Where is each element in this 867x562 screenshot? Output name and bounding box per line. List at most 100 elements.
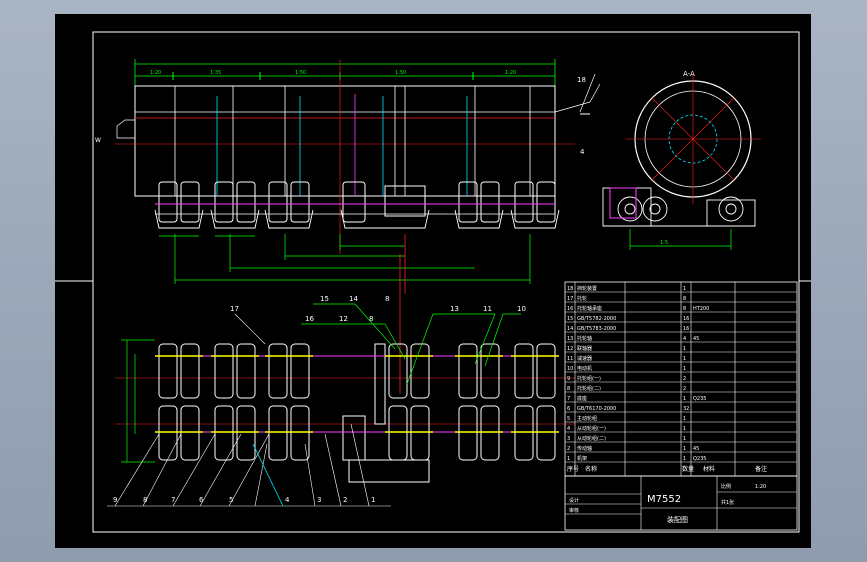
parts-row-qty: 8 bbox=[683, 306, 686, 312]
parts-row-qty: 16 bbox=[683, 316, 689, 322]
parts-row-name: 底座 bbox=[577, 395, 587, 402]
parts-table: 18 挡轮装置 117 托轮 816 托轮轴承座 8 HT20015 GB/T5782-2000… bbox=[564, 281, 798, 477]
tb-sheet: 共1张 bbox=[721, 499, 734, 506]
parts-row-qty: 1 bbox=[683, 426, 686, 432]
parts-row-name: GB/T5782-2000 bbox=[577, 316, 616, 322]
callout-b2: 2 bbox=[343, 496, 347, 504]
parts-row-qty: 2 bbox=[683, 386, 686, 392]
parts-row-qty: 1 bbox=[683, 456, 686, 462]
parts-row-name: 托轮组(一) bbox=[577, 375, 601, 382]
parts-row-qty: 1 bbox=[683, 436, 686, 442]
parts-row-no: 9 bbox=[567, 376, 570, 382]
drawing-canvas: 1:20 1:35 1:50 1:50 1:20 W 18 4 A-A 1:5 … bbox=[55, 31, 811, 533]
callout-16: 16 bbox=[305, 315, 314, 323]
parts-row-qty: 2 bbox=[683, 376, 686, 382]
parts-row-material: HT200 bbox=[693, 306, 709, 312]
parts-row-name: GB/T5783-2000 bbox=[577, 326, 616, 332]
parts-row-no: 11 bbox=[567, 356, 573, 362]
parts-row-no: 14 bbox=[567, 326, 573, 332]
parts-row-no: 15 bbox=[567, 316, 573, 322]
callout-b1: 1 bbox=[371, 496, 375, 504]
parts-row-qty: 1 bbox=[683, 346, 686, 352]
parts-row-name: 电动机 bbox=[577, 365, 592, 372]
parts-row-qty: 1 bbox=[683, 416, 686, 422]
title-block-name: M7552 bbox=[647, 494, 681, 505]
dim-3: 1:50 bbox=[295, 70, 306, 76]
parts-row-no: 4 bbox=[567, 426, 570, 432]
tb-checker: 审核 bbox=[569, 507, 579, 514]
parts-row-no: 17 bbox=[567, 296, 573, 302]
parts-row-no: 1 bbox=[567, 456, 570, 462]
parts-row-qty: 4 bbox=[683, 336, 686, 342]
inlet-label: W bbox=[95, 137, 101, 144]
side-dim: 1:5 bbox=[660, 240, 668, 246]
parts-row-no: 3 bbox=[567, 436, 570, 442]
parts-row-material: 45 bbox=[693, 446, 699, 452]
parts-row-name: 减速器 bbox=[577, 355, 592, 362]
parts-row-no: 2 bbox=[567, 446, 570, 452]
parts-row-name: 挡轮装置 bbox=[577, 285, 597, 292]
parts-row-material: Q235 bbox=[693, 396, 706, 402]
dim-2: 1:35 bbox=[210, 70, 221, 76]
parts-row-no: 18 bbox=[567, 286, 573, 292]
callout-15: 15 bbox=[320, 295, 329, 303]
parts-row-name: 从动轮组(二) bbox=[577, 435, 606, 442]
callout-b8: 8 bbox=[143, 496, 147, 504]
parts-row-name: 托轮组(二) bbox=[577, 385, 601, 392]
dim-4: 1:50 bbox=[395, 70, 406, 76]
parts-row-no: 13 bbox=[567, 336, 573, 342]
parts-row-no: 5 bbox=[567, 416, 570, 422]
callout-b9: 9 bbox=[113, 496, 117, 504]
callout-11: 11 bbox=[483, 305, 492, 313]
parts-header-note: 备注 bbox=[755, 465, 767, 473]
parts-row-name: 机架 bbox=[577, 455, 587, 462]
callout-8a: 8 bbox=[385, 295, 389, 303]
title-block-sub: 装配图 bbox=[667, 515, 688, 524]
callout-b5: 5 bbox=[229, 496, 233, 504]
parts-header-no: 序号 bbox=[567, 465, 579, 473]
callout-b7: 7 bbox=[171, 496, 175, 504]
parts-row-no: 12 bbox=[567, 346, 573, 352]
callout-4: 4 bbox=[580, 148, 585, 156]
parts-row-name: 托轮轴承座 bbox=[577, 305, 602, 312]
parts-row-no: 16 bbox=[567, 306, 573, 312]
plan-view: 15 14 8 13 11 10 16 12 8 17 9 8 7 6 5 4 … bbox=[107, 295, 575, 507]
parts-row-no: 7 bbox=[567, 396, 570, 402]
drawing-sheet[interactable]: 1:20 1:35 1:50 1:50 1:20 W 18 4 A-A 1:5 … bbox=[55, 14, 811, 548]
callout-b3: 3 bbox=[317, 496, 321, 504]
tb-scale: 1:20 bbox=[755, 484, 766, 490]
parts-row-qty: 1 bbox=[683, 286, 686, 292]
parts-row-name: 从动轮组(一) bbox=[577, 425, 606, 432]
title-block: M7552 装配图 设计 审核 比例 1:20 共1张 bbox=[564, 475, 798, 531]
parts-row-name: 主动轮组 bbox=[577, 415, 597, 422]
parts-row-name: 联轴器 bbox=[577, 345, 592, 352]
dim-5: 1:20 bbox=[505, 70, 516, 76]
callout-17: 17 bbox=[230, 305, 239, 313]
callout-b6: 6 bbox=[199, 496, 204, 504]
parts-row-material: 45 bbox=[693, 336, 699, 342]
callout-b4: 4 bbox=[285, 496, 290, 504]
side-view: A-A 1:5 bbox=[602, 70, 761, 250]
tb-scale-label: 比例 bbox=[721, 483, 731, 490]
callout-8b: 8 bbox=[369, 315, 373, 323]
parts-header-qty: 数量 bbox=[682, 465, 694, 473]
parts-row-name: 传动轴 bbox=[577, 445, 592, 452]
parts-header-name: 名称 bbox=[585, 465, 597, 473]
parts-row-no: 6 bbox=[567, 406, 570, 412]
callout-12: 12 bbox=[339, 315, 348, 323]
callout-18: 18 bbox=[577, 76, 586, 84]
parts-row-name: 托轮 bbox=[577, 295, 587, 302]
parts-row-qty: 1 bbox=[683, 366, 686, 372]
parts-row-material: Q235 bbox=[693, 456, 706, 462]
parts-row-name: GB/T6170-2000 bbox=[577, 406, 616, 412]
callout-14: 14 bbox=[349, 295, 358, 303]
parts-header-material: 材料 bbox=[703, 465, 715, 473]
parts-row-qty: 1 bbox=[683, 446, 686, 452]
parts-row-qty: 8 bbox=[683, 296, 686, 302]
parts-row-qty: 1 bbox=[683, 356, 686, 362]
dim-1: 1:20 bbox=[150, 70, 161, 76]
tb-designer: 设计 bbox=[569, 497, 579, 504]
parts-row-no: 8 bbox=[567, 386, 570, 392]
parts-row-qty: 16 bbox=[683, 326, 689, 332]
parts-row-qty: 1 bbox=[683, 396, 686, 402]
